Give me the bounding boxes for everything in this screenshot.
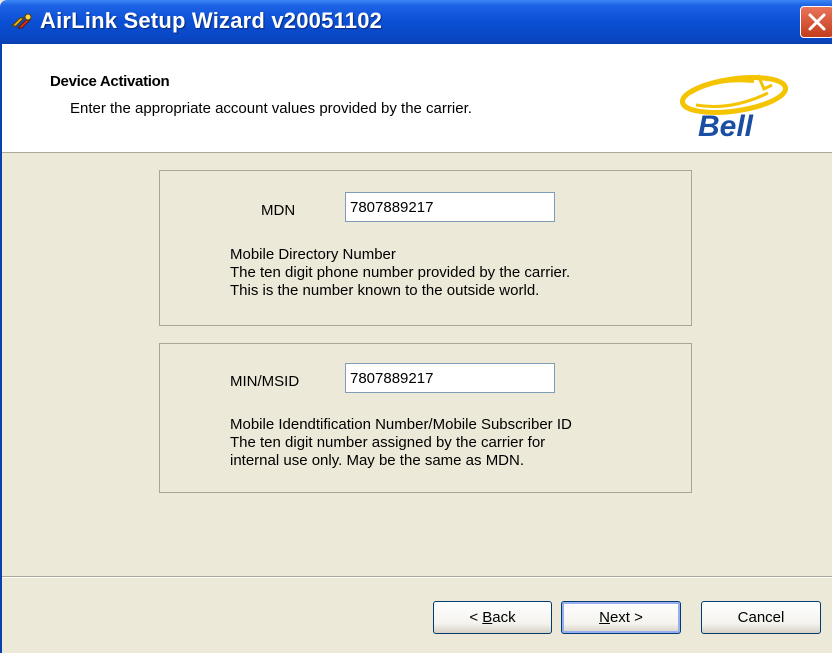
cancel-button[interactable]: Cancel [701, 601, 821, 634]
mdn-group: MDN Mobile Directory Number The ten digi… [159, 170, 692, 326]
min-desc-line3: internal use only. May be the same as MD… [230, 452, 525, 469]
app-icon [10, 13, 32, 29]
mdn-desc-line3: This is the number known to the outside … [230, 282, 540, 299]
close-icon [808, 13, 826, 31]
wizard-window: Device Activation Enter the appropriate … [0, 44, 832, 653]
footer-separator [2, 576, 832, 578]
mdn-input[interactable] [345, 192, 555, 222]
back-button[interactable]: < Back [433, 601, 552, 634]
page-title: Device Activation [50, 73, 170, 90]
min-desc-line2: The ten digit number assigned by the car… [230, 434, 546, 451]
next-button[interactable]: Next > [561, 601, 681, 634]
window-title: AirLink Setup Wizard v20051102 [40, 8, 383, 33]
mdn-label: MDN [261, 202, 296, 219]
bell-logo-text: Bell [698, 110, 754, 143]
min-description: Mobile Idendtification Number/Mobile Sub… [230, 416, 572, 470]
close-button[interactable] [800, 6, 832, 38]
min-label: MIN/MSID [230, 373, 300, 390]
mdn-desc-line1: Mobile Directory Number [230, 246, 396, 263]
wizard-header: Device Activation Enter the appropriate … [2, 44, 832, 153]
min-group: MIN/MSID Mobile Idendtification Number/M… [159, 343, 692, 493]
mdn-desc-line2: The ten digit phone number provided by t… [230, 264, 571, 281]
title-bar[interactable]: AirLink Setup Wizard v20051102 [0, 0, 832, 44]
bell-logo: Bell [679, 74, 789, 143]
min-desc-line1: Mobile Idendtification Number/Mobile Sub… [230, 416, 572, 433]
min-input[interactable] [345, 363, 555, 393]
page-subtitle: Enter the appropriate account values pro… [70, 100, 472, 117]
mdn-description: Mobile Directory Number The ten digit ph… [230, 246, 570, 300]
